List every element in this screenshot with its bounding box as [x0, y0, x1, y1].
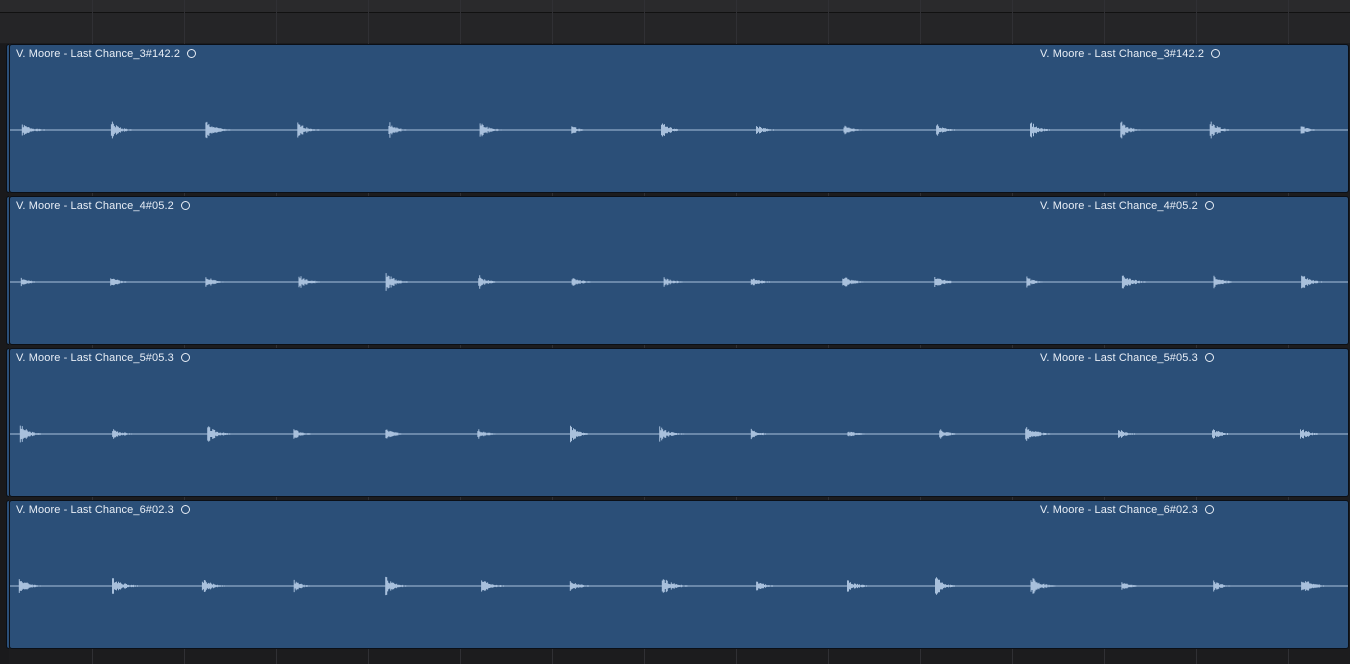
waveform-transient — [297, 122, 324, 138]
waveform-transient — [112, 429, 138, 439]
waveform-transient — [477, 429, 498, 439]
loop-icon[interactable] — [180, 505, 190, 514]
waveform-transient — [661, 123, 681, 137]
waveform-transient — [1301, 581, 1328, 591]
waveform-transient — [1121, 275, 1148, 289]
waveform-transient — [385, 273, 409, 291]
region-repeat-name-text: V. Moore - Last Chance_5#05.3 — [1040, 352, 1198, 364]
region-repeat-name: V. Moore - Last Chance_6#02.3 — [1040, 504, 1214, 516]
region-repeat-name-text: V. Moore - Last Chance_3#142.2 — [1040, 48, 1205, 60]
audio-region-track-2[interactable]: V. Moore - Last Chance_4#05.2 V. Moore -… — [9, 196, 1349, 345]
waveform-transient — [298, 276, 324, 288]
waveform-transient — [110, 121, 132, 139]
region-name: V. Moore - Last Chance_3#142.2 — [16, 48, 197, 60]
waveform-transient — [385, 429, 410, 439]
waveform-transient — [1120, 121, 1142, 139]
region-repeat-name-text: V. Moore - Last Chance_6#02.3 — [1040, 504, 1198, 516]
region-name-text: V. Moore - Last Chance_4#05.2 — [16, 200, 174, 212]
arrange-window: V. Moore - Last Chance_3#142.2 V. Moore … — [0, 0, 1350, 664]
waveform-transient — [939, 429, 963, 439]
waveform-transient — [207, 426, 234, 442]
loop-icon[interactable] — [180, 201, 190, 210]
waveform-transient — [201, 580, 227, 592]
loop-icon[interactable] — [1204, 353, 1214, 362]
waveform-transient — [1209, 121, 1230, 139]
region-name-text: V. Moore - Last Chance_5#05.3 — [16, 352, 174, 364]
region-repeat-name: V. Moore - Last Chance_3#142.2 — [1040, 48, 1221, 60]
waveform-transient — [1213, 275, 1238, 289]
waveform-transient — [934, 277, 957, 287]
waveform-transient — [1030, 578, 1056, 594]
waveform-transient — [20, 277, 40, 287]
waveform-transient — [571, 126, 591, 134]
waveform-transient — [1118, 430, 1141, 438]
loop-icon[interactable] — [1211, 49, 1221, 58]
waveform-transient — [21, 124, 49, 136]
region-repeat-name-text: V. Moore - Last Chance_4#05.2 — [1040, 200, 1198, 212]
region-repeat-name: V. Moore - Last Chance_5#05.3 — [1040, 352, 1214, 364]
waveform-transient — [842, 277, 868, 287]
loop-icon[interactable] — [1204, 201, 1214, 210]
waveform-transient — [843, 125, 869, 135]
region-name: V. Moore - Last Chance_6#02.3 — [16, 504, 190, 516]
waveform-transient — [293, 429, 316, 439]
audio-region-track-4[interactable]: V. Moore - Last Chance_6#02.3 V. Moore -… — [9, 500, 1349, 649]
waveform-transient — [571, 278, 596, 286]
waveform-transient — [481, 580, 508, 592]
waveform-transient — [112, 578, 139, 594]
waveform-transient — [1030, 122, 1051, 138]
waveform-transient — [478, 275, 498, 289]
waveform-transient — [1025, 427, 1052, 441]
waveform-transient — [205, 121, 231, 139]
region-name: V. Moore - Last Chance_4#05.2 — [16, 200, 190, 212]
waveform-transient — [1300, 429, 1323, 439]
waveform-transient — [18, 579, 42, 593]
region-name: V. Moore - Last Chance_5#05.3 — [16, 352, 190, 364]
waveform-transient — [847, 431, 873, 437]
waveform-transient — [750, 278, 778, 286]
track-edge — [0, 44, 9, 664]
waveform-transient — [847, 580, 873, 592]
waveform-transient — [756, 581, 780, 591]
waveform-transient — [936, 124, 960, 136]
waveform-transient — [663, 277, 690, 287]
waveform-transient — [659, 426, 687, 442]
waveform-transient — [385, 576, 408, 596]
waveform-transient — [1300, 126, 1323, 134]
waveform-transient — [1212, 429, 1239, 439]
waveform-transient — [570, 425, 588, 443]
waveform-transient — [1213, 580, 1235, 592]
waveform-transient — [661, 579, 689, 593]
waveform-transient — [935, 577, 956, 595]
timeline-ruler[interactable] — [0, 0, 1350, 13]
waveform-transient — [1026, 276, 1046, 288]
empty-track-lane[interactable] — [0, 13, 1350, 43]
waveform-transient — [1301, 275, 1324, 289]
region-name-text: V. Moore - Last Chance_6#02.3 — [16, 504, 174, 516]
waveform-transient — [205, 277, 224, 287]
waveform — [10, 121, 1348, 139]
waveform — [10, 425, 1348, 443]
region-repeat-name: V. Moore - Last Chance_4#05.2 — [1040, 200, 1214, 212]
waveform-transient — [293, 579, 314, 593]
waveform-transient — [110, 278, 129, 286]
waveform-transient — [569, 581, 594, 591]
waveform — [10, 576, 1348, 596]
waveform-transient — [19, 425, 41, 443]
waveform-transient — [756, 126, 780, 134]
region-name-text: V. Moore - Last Chance_3#142.2 — [16, 48, 181, 60]
loop-icon[interactable] — [1204, 505, 1214, 514]
loop-icon[interactable] — [187, 49, 197, 58]
audio-region-track-3[interactable]: V. Moore - Last Chance_5#05.3 V. Moore -… — [9, 348, 1349, 497]
waveform-transient — [479, 123, 503, 137]
waveform-transient — [388, 122, 407, 138]
waveform — [10, 273, 1348, 291]
waveform-transient — [750, 428, 772, 440]
waveform-transient — [1121, 582, 1145, 590]
audio-region-track-1[interactable]: V. Moore - Last Chance_3#142.2 V. Moore … — [9, 44, 1349, 193]
loop-icon[interactable] — [180, 353, 190, 362]
